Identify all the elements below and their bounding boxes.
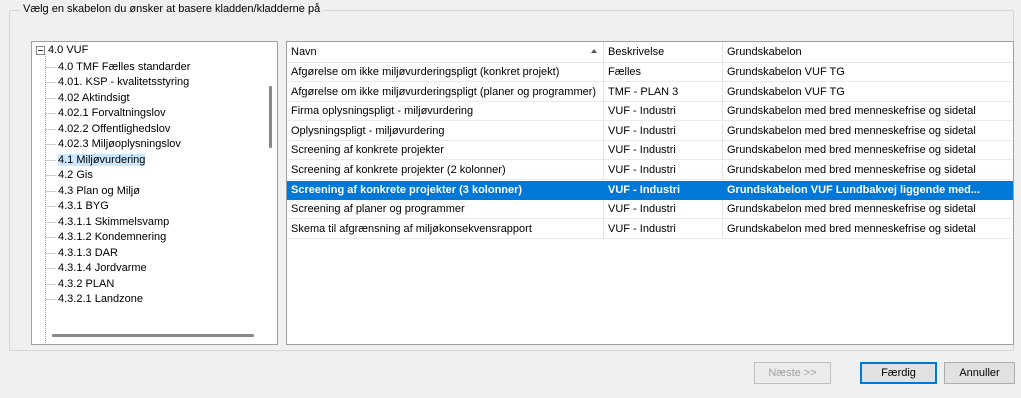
collapse-icon[interactable] [36, 46, 45, 55]
tree-item[interactable]: 4.0 TMF Fælles standarder [58, 60, 190, 75]
column-header-base-template-label: Grundskabelon [727, 46, 802, 58]
table-row[interactable]: Afgørelse om ikke miljøvurderingspligt (… [287, 63, 1013, 82]
tree-item[interactable]: 4.02.3 Miljøoplysningslov [58, 137, 181, 152]
tree-item[interactable]: 4.02.2 Offentlighedslov [58, 122, 170, 137]
column-header-base-template[interactable]: Grundskabelon [723, 42, 1013, 62]
cell-name: Screening af konkrete projekter (3 kolon… [287, 180, 604, 200]
tree-item[interactable]: 4.3.2 PLAN [58, 277, 114, 292]
finish-button[interactable]: Færdig [860, 362, 937, 384]
tree-item-label: 4.3.1.1 Skimmelsvamp [58, 215, 170, 228]
tree-item-label: 4.3.1.2 Kondemnering [58, 231, 167, 243]
table-row[interactable]: Screening af konkrete projekter (2 kolon… [287, 161, 1013, 180]
next-button[interactable]: Næste >> [754, 362, 831, 384]
tree-item[interactable]: 4.3.2.1 Landzone [58, 292, 143, 307]
cell-description: VUF - Industri [604, 180, 723, 200]
cell-description: Fælles [604, 63, 723, 82]
tree-item-label: 4.3 Plan og Miljø [58, 184, 140, 197]
tree-vertical-scrollbar[interactable] [269, 86, 272, 148]
cell-description: VUF - Industri [604, 121, 723, 141]
tree-item-label: 4.3.1.3 DAR [58, 246, 118, 259]
tree-item-label: 4.2 Gis [58, 169, 93, 181]
cell-base-template: Grundskabelon med bred menneskefrise og … [723, 161, 1013, 180]
cell-description: VUF - Industri [604, 102, 723, 122]
cell-name: Firma oplysningspligt - miljøvurdering [287, 102, 604, 122]
tree-item[interactable]: 4.2 Gis [58, 168, 93, 183]
cell-base-template: Grundskabelon med bred menneskefrise og … [723, 122, 1013, 141]
cell-base-template: Grundskabelon VUF TG [723, 83, 1013, 102]
group-title: Vælg en skabelon du ønsker at basere kla… [20, 3, 324, 15]
tree-item[interactable]: 4.3.1.1 Skimmelsvamp [58, 215, 169, 230]
tree-item-label: 4.02.1 Forvaltningslov [58, 107, 166, 119]
tree-item[interactable]: 4.01. KSP - kvalitetsstyring [58, 75, 189, 90]
tree-horizontal-scrollbar[interactable] [52, 334, 254, 337]
cell-name: Afgørelse om ikke miljøvurderingspligt (… [287, 82, 604, 102]
column-header-name[interactable]: Navn [287, 42, 604, 62]
cell-name: Screening af konkrete projekter [287, 141, 604, 161]
tree-item[interactable]: 4.3.1 BYG [58, 199, 109, 214]
tree-item[interactable]: 4.3.1.3 DAR [58, 246, 118, 261]
table-row[interactable]: Firma oplysningspligt - miljøvurdering VU… [287, 102, 1013, 122]
cell-description: VUF - Industri [604, 219, 723, 239]
list-header: Navn Beskrivelse Grundskabelon [287, 42, 1013, 63]
tree-item-label: 4.3.1.4 Jordvarme [58, 262, 147, 274]
tree-item[interactable]: 4.1 Miljøvurdering [58, 153, 146, 168]
tree-root-label: 4.0 VUF [48, 44, 89, 56]
cell-name: Afgørelse om ikke miljøvurderingspligt (… [287, 63, 604, 82]
column-header-description[interactable]: Beskrivelse [604, 42, 723, 62]
cell-base-template: Grundskabelon VUF Lundbakvej liggende me… [723, 181, 1013, 200]
template-tree[interactable]: 4.0 VUF 4.0 TMF Fælles standarder 4.01. K… [31, 41, 278, 345]
cell-name: Screening af planer og programmer [287, 200, 604, 220]
cell-base-template: Grundskabelon VUF TG [723, 63, 1013, 82]
cell-name: Screening af konkrete projekter (2 kolon… [287, 161, 604, 180]
tree-item-label: 4.01. KSP - kvalitetsstyring [58, 76, 190, 88]
tree-item[interactable]: 4.3.1.4 Jordvarme [58, 261, 147, 276]
cell-base-template: Grundskabelon med bred menneskefrise og … [723, 220, 1013, 239]
cell-name: Skema til afgrænsning af miljøkonsekvens… [287, 219, 604, 239]
table-row[interactable]: Oplysningspligt - miljøvurdering VUF - In… [287, 121, 1013, 141]
template-list[interactable]: Navn Beskrivelse Grundskabelon Afgørelse… [286, 41, 1014, 345]
table-row[interactable]: Skema til afgrænsning af miljøkonsekvens… [287, 219, 1013, 239]
cancel-button[interactable]: Annuller [944, 362, 1015, 384]
cell-description: VUF - Industri [604, 200, 723, 220]
tree-item[interactable]: 4.3.1.2 Kondemnering [58, 230, 166, 245]
table-row[interactable]: Afgørelse om ikke miljøvurderingspligt (… [287, 82, 1013, 102]
sort-ascending-icon [591, 49, 597, 53]
tree-item[interactable]: 4.02 Aktindsigt [58, 91, 130, 106]
table-row[interactable]: Screening af konkrete projekter (3 kolon… [287, 180, 1013, 200]
cell-description: TMF - PLAN 3 [604, 82, 723, 102]
tree-item[interactable]: 4.02.1 Forvaltningslov [58, 106, 166, 121]
tree-item-label: 4.3.1 BYG [58, 200, 109, 212]
tree-item-label: 4.3.2.1 Landzone [58, 293, 144, 305]
cell-base-template: Grundskabelon med bred menneskefrise og … [723, 102, 1013, 122]
tree-item-label: 4.02 Aktindsigt [58, 91, 130, 104]
table-row[interactable]: Screening af planer og programmer VUF - I… [287, 200, 1013, 220]
cell-name: Oplysningspligt - miljøvurdering [287, 121, 604, 141]
cell-base-template: Grundskabelon med bred menneskefrise og … [723, 200, 1013, 220]
cell-description: VUF - Industri [604, 141, 723, 161]
cell-base-template: Grundskabelon med bred menneskefrise og … [723, 141, 1013, 161]
tree-item-label: 4.0 TMF Fælles standarder [58, 60, 191, 73]
column-header-description-label: Beskrivelse [608, 46, 665, 58]
table-row[interactable]: Screening af konkrete projekter VUF - Ind… [287, 141, 1013, 161]
column-header-name-label: Navn [291, 46, 317, 58]
tree-item-label: 4.3.2 PLAN [58, 277, 115, 290]
tree-item[interactable]: 4.3 Plan og Miljø [58, 184, 140, 199]
tree-item-label: 4.1 Miljøvurdering [58, 153, 146, 166]
tree-item-label: 4.02.2 Offentlighedslov [58, 122, 171, 135]
cell-description: VUF - Industri [604, 161, 723, 180]
tree-item-label: 4.02.3 Miljøoplysningslov [58, 138, 181, 150]
